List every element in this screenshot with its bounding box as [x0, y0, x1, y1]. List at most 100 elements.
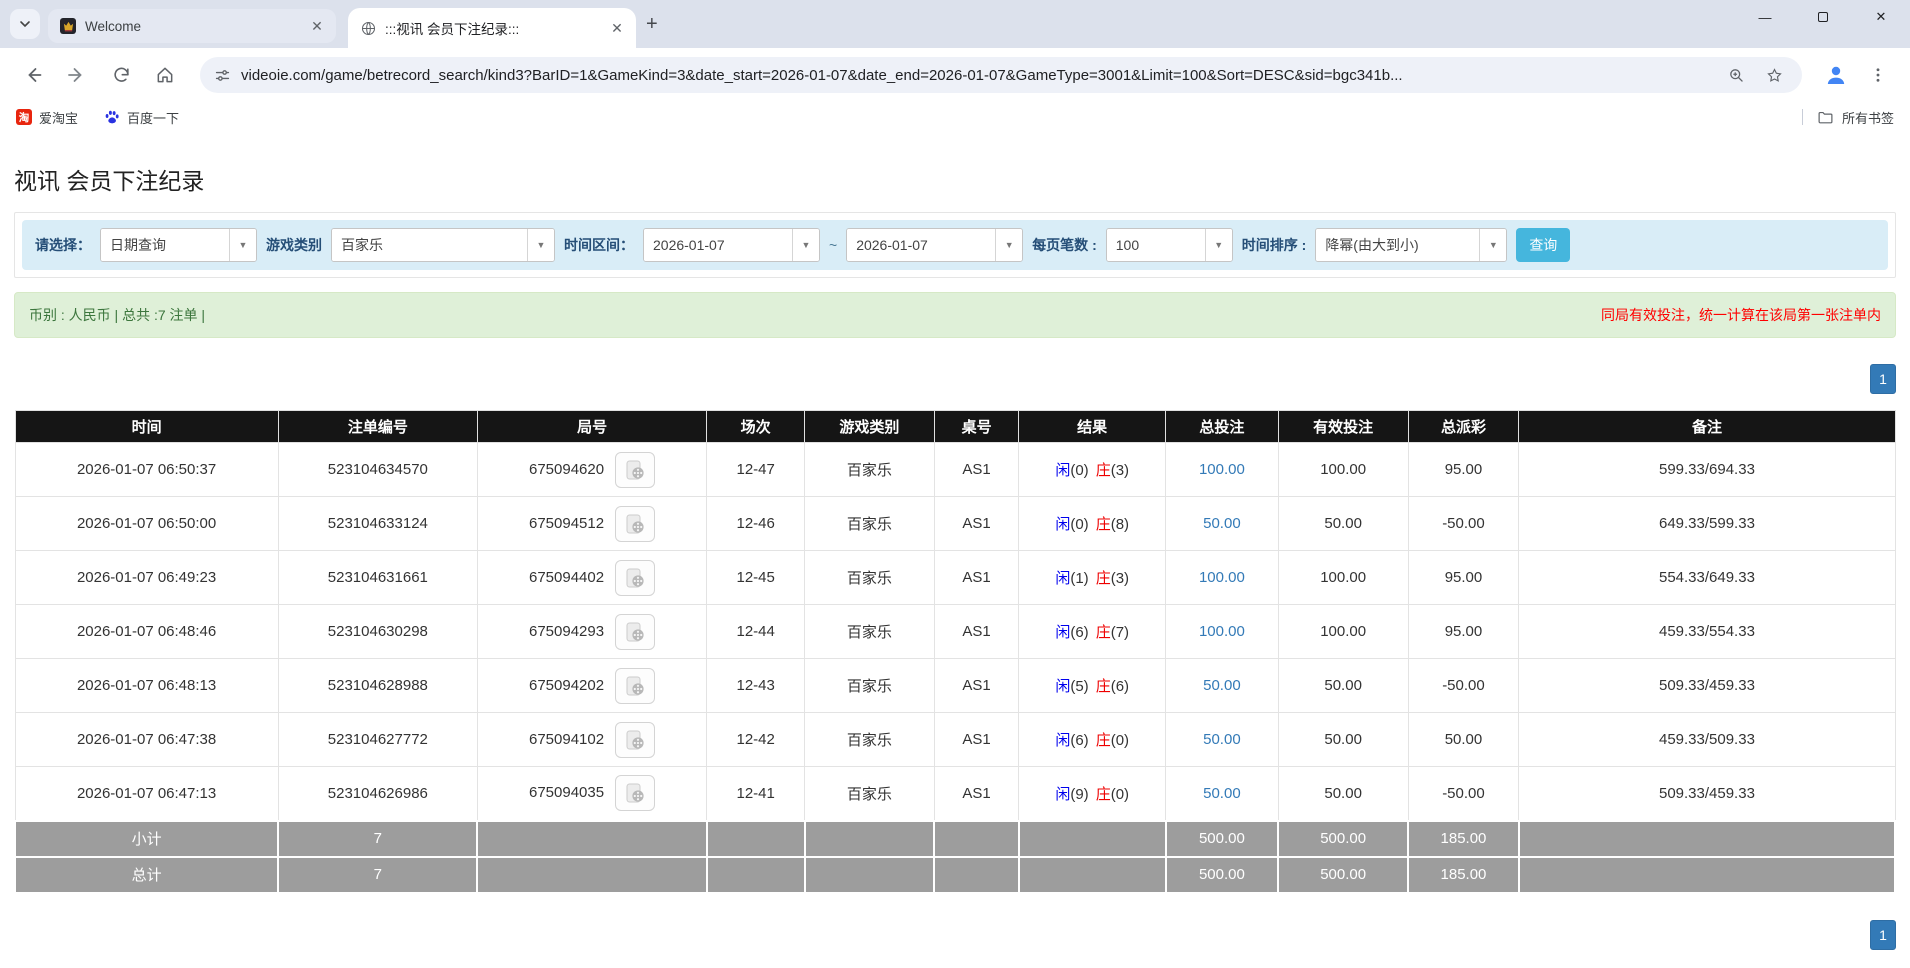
video-replay-button[interactable] [615, 613, 656, 650]
total-bet-cell: 100.00 [1165, 550, 1279, 605]
table-body: 2026-01-07 06:50:37 523104634570 6750946… [14, 442, 1896, 821]
tab-bet-records[interactable]: :::视讯 会员下注纪录::: ✕ [348, 8, 636, 48]
home-button[interactable] [146, 56, 184, 94]
maximize-button[interactable] [1794, 0, 1852, 34]
date-end-value[interactable] [847, 229, 996, 261]
total-bet-link[interactable]: 50.00 [1203, 515, 1241, 532]
reload-button[interactable] [102, 56, 140, 94]
chevron-down-icon[interactable]: ▼ [1479, 229, 1507, 261]
page-title: 视讯 会员下注纪录 [14, 168, 205, 194]
table-row: 2026-01-07 06:50:37 523104634570 6750946… [14, 442, 1896, 497]
banker-result: 庄 [1095, 785, 1111, 803]
bookmark-baidu[interactable]: 百度一下 [104, 108, 179, 127]
time-cell: 2026-01-07 06:48:13 [14, 658, 279, 713]
total-bet-link[interactable]: 100.00 [1199, 623, 1245, 640]
banker-count: (7) [1110, 624, 1130, 641]
payout-cell: -50.00 [1407, 658, 1520, 713]
payout-cell: -50.00 [1407, 766, 1520, 821]
player-count: (5) [1070, 678, 1089, 695]
bookmark-aitaobao[interactable]: 淘 爱淘宝 [16, 108, 78, 127]
player-result: 闲 [1055, 516, 1071, 533]
film-reel-icon [626, 676, 644, 695]
date-start-select[interactable]: ▼ [643, 228, 820, 262]
address-bar[interactable]: videoie.com/game/betrecord_search/kind3?… [200, 57, 1802, 93]
pagination-bottom: 1 [14, 919, 1896, 950]
date-range-label: 时间区间： [564, 237, 634, 253]
bookmark-star-button[interactable] [1760, 61, 1788, 89]
table-row: 2026-01-07 06:47:38 523104627772 6750941… [14, 712, 1896, 767]
browser-menu-button[interactable] [1860, 57, 1896, 93]
game-kind-value[interactable] [332, 229, 527, 261]
page-1-button[interactable]: 1 [1870, 364, 1896, 394]
page-1-button[interactable]: 1 [1870, 919, 1896, 950]
video-replay-button[interactable] [615, 505, 656, 542]
round-cell: 675094402 [476, 550, 708, 605]
profile-avatar-button[interactable] [1818, 57, 1854, 93]
close-button[interactable]: ✕ [1852, 0, 1910, 34]
total-bet-link[interactable]: 50.00 [1203, 677, 1241, 694]
banker-count: (6) [1110, 678, 1130, 695]
summary-info-bar: 币别 : 人民币 | 总共 :7 注单 | 同局有效投注，统一计算在该局第一张注… [14, 292, 1896, 338]
pagination-top: 1 [14, 364, 1896, 394]
table-header-row: 时间 注单编号 局号 场次 游戏类别 桌号 结果 总投注 有效投注 总派彩 备注 [14, 410, 1896, 443]
video-replay-button[interactable] [615, 451, 656, 488]
result-cell: 闲(0) 庄(3) [1018, 442, 1166, 497]
date-start-value[interactable] [644, 229, 792, 261]
table-number-cell: AS1 [933, 550, 1020, 605]
site-settings-icon[interactable] [214, 67, 231, 84]
round-number: 675094293 [529, 622, 605, 640]
date-end-select[interactable]: ▼ [846, 228, 1024, 262]
total-bet-cell: 50.00 [1165, 766, 1279, 821]
round-cell: 675094512 [476, 496, 708, 551]
zoom-level-button[interactable] [1722, 61, 1750, 89]
query-type-value[interactable] [101, 229, 229, 261]
browser-toolbar: videoie.com/game/betrecord_search/kind3?… [0, 48, 1910, 102]
total-bet-link[interactable]: 50.00 [1203, 785, 1241, 802]
video-replay-button[interactable] [615, 667, 656, 704]
tab-welcome[interactable]: Welcome ✕ [48, 9, 336, 43]
player-count: (9) [1070, 785, 1089, 803]
page-size-value[interactable] [1106, 229, 1205, 261]
valid-bet-cell: 50.00 [1277, 658, 1409, 713]
player-result: 闲 [1055, 785, 1071, 803]
sort-order-select[interactable]: ▼ [1315, 228, 1508, 262]
total-bet-link[interactable]: 100.00 [1199, 461, 1245, 478]
avatar-icon [1827, 66, 1845, 84]
tab-search-button[interactable] [10, 9, 40, 39]
player-result: 闲 [1055, 678, 1071, 695]
valid-bet-cell: 50.00 [1277, 496, 1409, 551]
video-replay-button[interactable] [615, 559, 656, 596]
tab-close-icon[interactable]: ✕ [308, 17, 326, 35]
chevron-down-icon[interactable]: ▼ [792, 229, 819, 261]
forward-button[interactable] [58, 56, 96, 94]
url-text[interactable]: videoie.com/game/betrecord_search/kind3?… [241, 67, 1712, 84]
tab-close-icon[interactable]: ✕ [608, 19, 626, 37]
game-kind-select[interactable]: ▼ [331, 228, 555, 262]
total-bet-link[interactable]: 100.00 [1199, 569, 1245, 586]
chevron-down-icon[interactable]: ▼ [527, 229, 554, 261]
result-cell: 闲(1) 庄(3) [1018, 550, 1166, 605]
video-replay-button[interactable] [615, 721, 656, 758]
time-cell: 2026-01-07 06:50:37 [14, 442, 279, 497]
total-payout: 185.00 [1407, 855, 1520, 894]
banker-count: (3) [1110, 570, 1130, 587]
query-type-select[interactable]: ▼ [100, 228, 257, 262]
round-cell: 675094102 [476, 712, 708, 767]
window-controls: — ✕ [1736, 0, 1910, 34]
bet-id-cell: 523104626986 [277, 766, 478, 821]
valid-bet-cell: 100.00 [1277, 604, 1409, 659]
chevron-down-icon[interactable]: ▼ [1204, 229, 1232, 261]
chevron-down-icon[interactable]: ▼ [229, 229, 256, 261]
search-button[interactable]: 查询 [1516, 228, 1571, 262]
video-replay-button[interactable] [615, 775, 656, 812]
bet-id-cell: 523104631661 [277, 550, 478, 605]
chevron-down-icon[interactable]: ▼ [995, 229, 1023, 261]
total-bet-link[interactable]: 50.00 [1203, 731, 1241, 748]
page-size-select[interactable]: ▼ [1105, 228, 1233, 262]
back-button[interactable] [14, 56, 52, 94]
all-bookmarks-button[interactable]: 所有书签 [1817, 108, 1894, 127]
sort-order-value[interactable] [1316, 229, 1480, 261]
minimize-button[interactable]: — [1736, 0, 1794, 34]
new-tab-button[interactable]: + [646, 13, 658, 36]
round-cell: 675094293 [476, 604, 708, 659]
